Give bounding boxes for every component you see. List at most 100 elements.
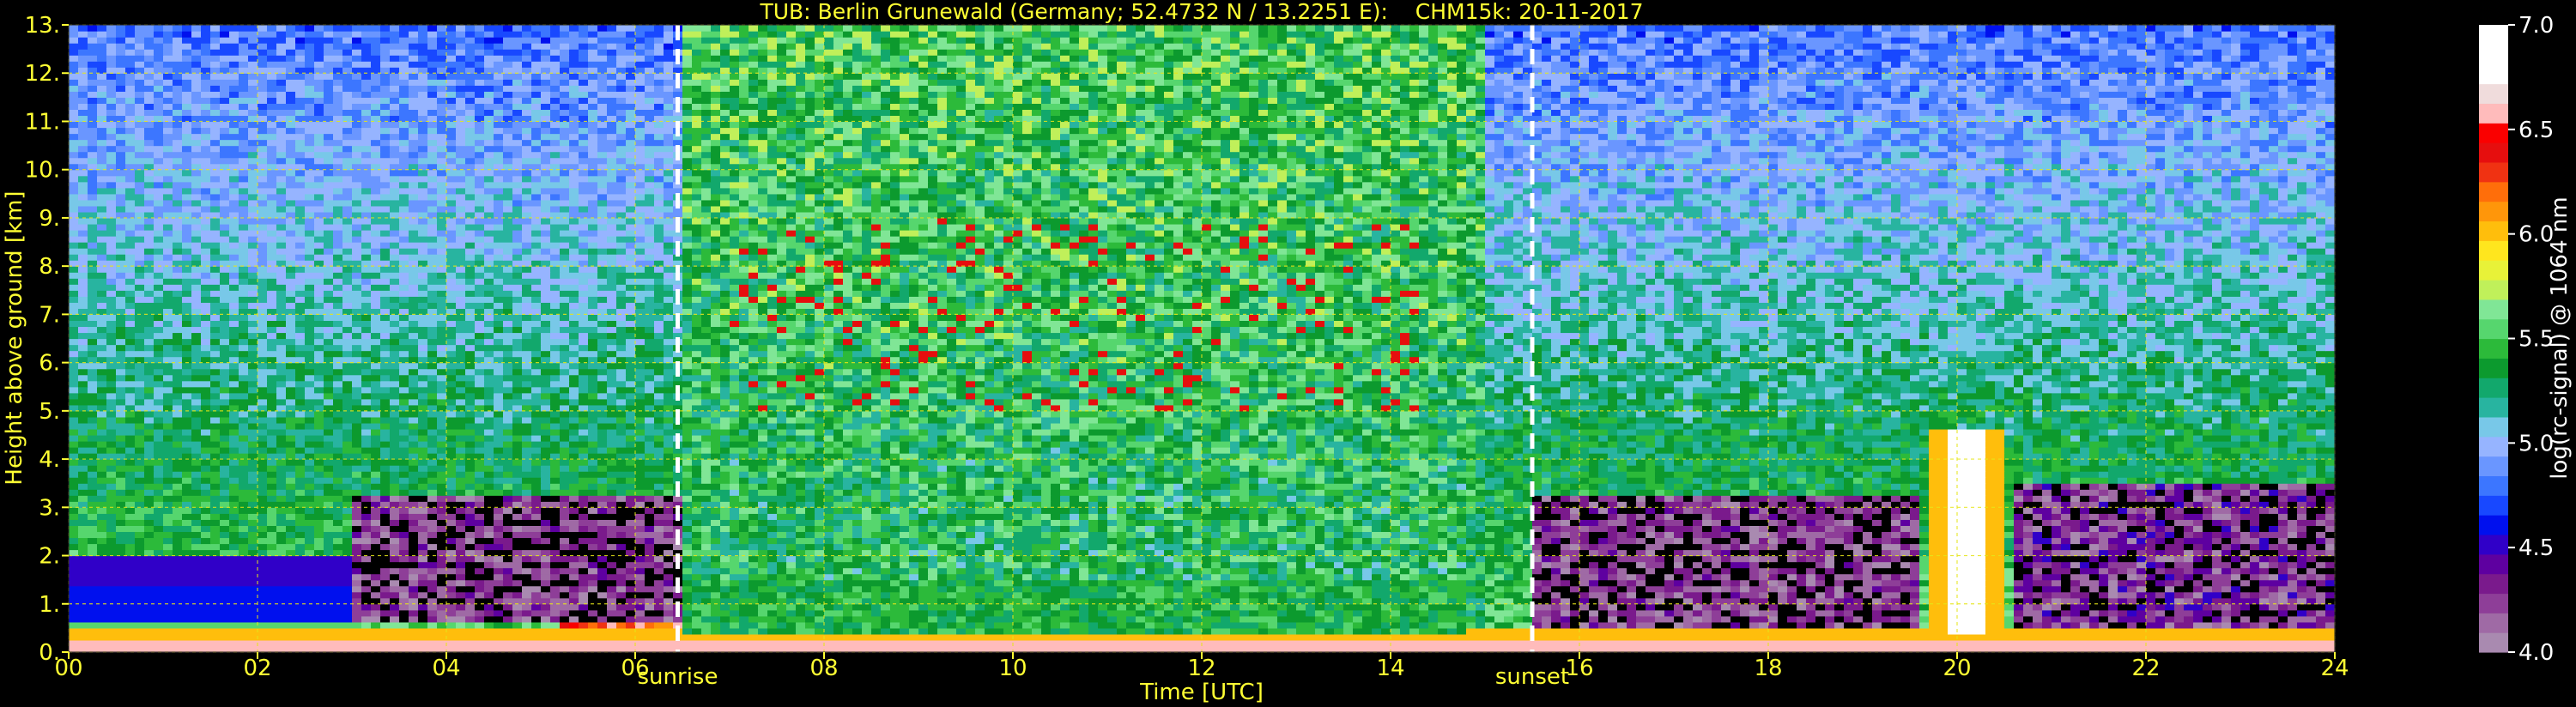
heatmap-cell <box>2174 604 2185 611</box>
heatmap-cell <box>1353 495 1363 502</box>
heatmap-cell <box>777 562 787 569</box>
heatmap-cell <box>730 622 740 629</box>
heatmap-cell <box>843 568 853 575</box>
heatmap-cell <box>1183 562 1193 569</box>
heatmap-cell <box>1730 592 1741 599</box>
heatmap-cell <box>1183 513 1203 520</box>
heatmap-cell <box>616 592 627 599</box>
heatmap-cell <box>1476 580 1486 587</box>
heatmap-cell <box>1013 471 1023 478</box>
heatmap-cell <box>2089 531 2100 538</box>
heatmap-cell <box>1882 483 1892 490</box>
heatmap-cell <box>1919 465 1930 472</box>
heatmap-cell <box>2127 580 2137 587</box>
heatmap-cell <box>2004 604 2015 611</box>
heatmap-cell <box>1107 525 1118 532</box>
heatmap-cell <box>1513 489 1524 496</box>
heatmap-cell <box>1778 604 1797 611</box>
heatmap-cell <box>1844 465 1854 472</box>
heatmap-cell <box>1513 622 1533 629</box>
heatmap-cell <box>437 616 447 623</box>
heatmap-cell <box>465 507 476 514</box>
heatmap-cell <box>1853 489 1864 496</box>
heatmap-cell <box>767 525 778 532</box>
heatmap-cell <box>2099 574 2109 581</box>
heatmap-cell <box>1164 586 1174 593</box>
heatmap-cell <box>1646 465 1656 472</box>
heatmap-cell <box>1173 556 1184 563</box>
heatmap-cell <box>1778 525 1797 532</box>
heatmap-cell <box>1041 525 1052 532</box>
heatmap-cell <box>1815 562 1826 569</box>
heatmap-cell <box>1721 580 1731 587</box>
heatmap-cell <box>975 574 995 581</box>
heatmap-cell <box>418 483 428 490</box>
heatmap-cell <box>1438 580 1467 587</box>
heatmap-cell <box>1221 580 1250 587</box>
heatmap-cell <box>2278 507 2288 514</box>
heatmap-cell <box>692 507 702 514</box>
heatmap-cell <box>1287 519 1297 526</box>
heatmap-cell <box>1646 513 1656 520</box>
heatmap-cell <box>626 580 636 587</box>
heatmap-cell <box>531 489 542 496</box>
heatmap-cell <box>2118 586 2128 593</box>
heatmap-cell <box>1825 483 1835 490</box>
heatmap-cell <box>843 592 863 599</box>
heatmap-cell <box>2155 604 2166 611</box>
heatmap-cell <box>1051 495 1061 502</box>
heatmap-cell <box>1079 556 1089 563</box>
heatmap-cell <box>711 580 721 587</box>
heatmap-cell <box>994 465 1004 472</box>
heatmap-cell <box>796 519 815 526</box>
heatmap-cell <box>701 471 712 478</box>
heatmap-cell <box>1948 507 1986 514</box>
heatmap-cell <box>248 513 258 520</box>
heatmap-cell <box>248 525 258 532</box>
heatmap-cell <box>267 459 277 466</box>
lidar-chart: sunrise sunset 00 02 04 06 08 10 12 14 16 18 20 22 24… <box>0 0 2576 707</box>
heatmap-cell <box>106 519 117 526</box>
heatmap-cell <box>1013 592 1023 599</box>
heatmap-cell <box>1183 477 1193 484</box>
heatmap-cell <box>588 580 598 587</box>
heatmap-cell <box>1211 556 1221 563</box>
heatmap-cell <box>1240 610 1250 617</box>
heatmap-cell <box>78 525 98 532</box>
heatmap-cell <box>1929 495 1949 502</box>
heatmap-cell <box>361 531 372 538</box>
heatmap-cell <box>777 483 787 490</box>
heatmap-cell <box>484 622 494 629</box>
heatmap-cell <box>550 574 561 581</box>
heatmap-cell <box>503 507 513 514</box>
heatmap-cell <box>824 513 834 520</box>
heatmap-cell <box>2033 537 2052 544</box>
heatmap-cell <box>588 525 598 532</box>
heatmap-cell <box>1815 471 1826 478</box>
heatmap-cell <box>1400 610 1420 617</box>
heatmap-cell <box>777 568 787 575</box>
heatmap-cell <box>465 537 476 544</box>
heatmap-cell <box>2042 501 2062 508</box>
plot-area: sunrise sunset <box>69 25 2336 690</box>
heatmap-cell <box>966 610 976 617</box>
heatmap-cell <box>1891 537 1901 544</box>
heatmap-cell <box>1579 604 1590 611</box>
heatmap-cell <box>749 519 759 526</box>
heatmap-cell <box>475 495 485 502</box>
heatmap-cell <box>1145 465 1155 472</box>
heatmap-cell <box>2174 465 2185 472</box>
heatmap-cell <box>1853 562 1864 569</box>
heatmap-cell <box>777 471 787 478</box>
heatmap-cell <box>1853 616 1864 623</box>
heatmap-cell <box>937 465 948 472</box>
heatmap-cell <box>1334 568 1344 575</box>
heatmap-cell <box>956 537 967 544</box>
heatmap-cell <box>1183 574 1193 581</box>
heatmap-cell <box>1409 622 1420 629</box>
heatmap-cell <box>1192 483 1203 490</box>
heatmap-cell <box>720 537 740 544</box>
heatmap-cell <box>654 543 674 550</box>
heatmap-cell <box>1749 489 1760 496</box>
heatmap-cell <box>2070 604 2090 611</box>
